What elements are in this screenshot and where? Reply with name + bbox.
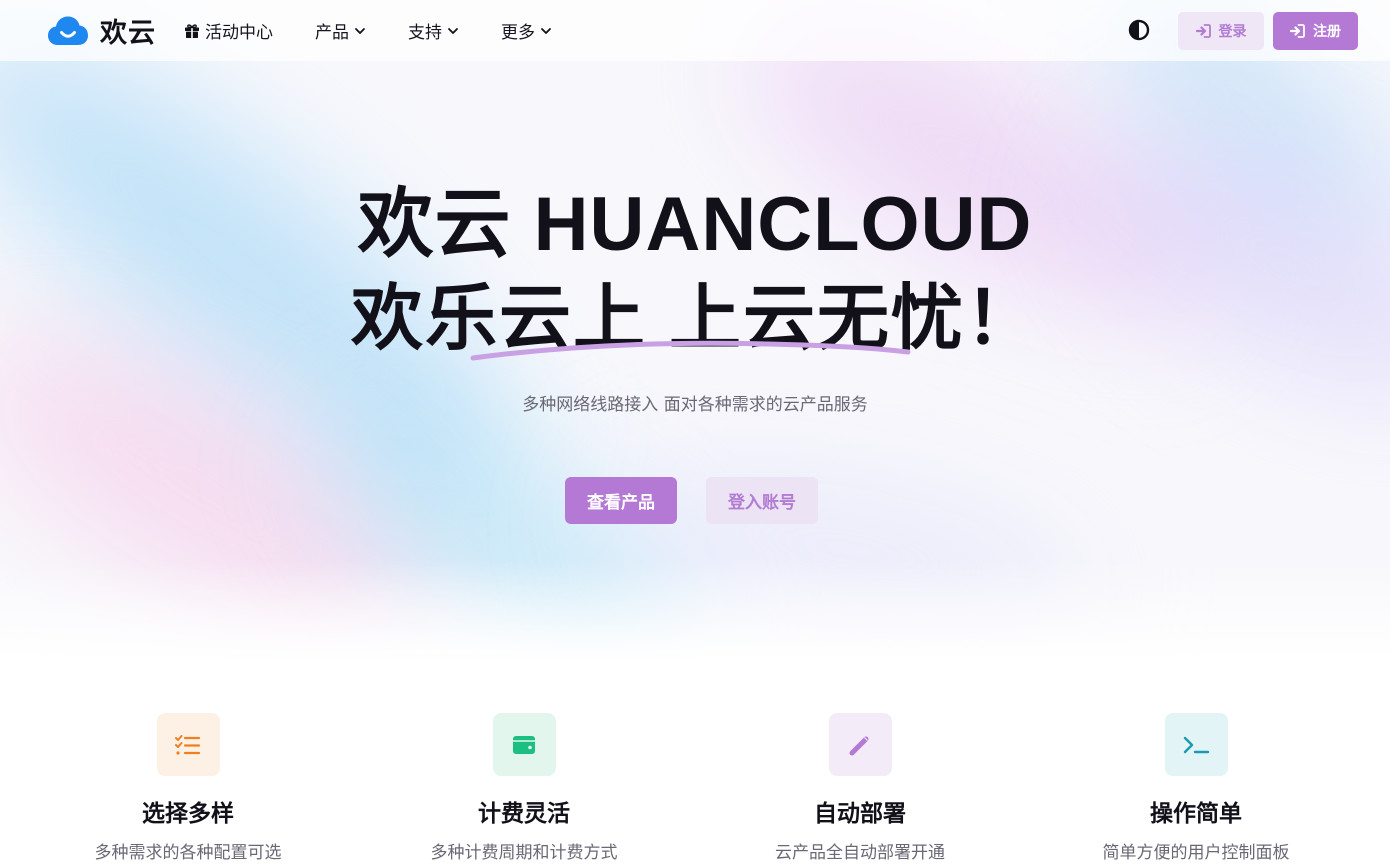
view-products-button[interactable]: 查看产品 bbox=[565, 477, 677, 524]
feature-desc: 云产品全自动部署开通 bbox=[775, 843, 945, 863]
wallet-icon bbox=[492, 713, 556, 776]
feature-desc: 多种需求的各种配置可选 bbox=[94, 843, 282, 863]
theme-toggle-button[interactable] bbox=[1128, 19, 1152, 43]
feature-title: 计费灵活 bbox=[478, 801, 570, 827]
register-label: 注册 bbox=[1313, 23, 1341, 40]
hero-subtitle: 多种网络线路接入 面对各种需求的云产品服务 bbox=[522, 395, 868, 415]
feature-item: 选择多样 多种需求的各种配置可选 bbox=[20, 713, 356, 863]
login-button[interactable]: 登录 bbox=[1178, 11, 1264, 50]
hero-title: 欢云 HUANCLOUD bbox=[357, 182, 1033, 267]
nav-item-label: 产品 bbox=[315, 23, 349, 43]
hero-actions: 查看产品 登入账号 bbox=[565, 477, 818, 524]
sign-in-icon bbox=[1195, 23, 1219, 38]
cloud-smile-icon bbox=[48, 16, 88, 46]
contrast-icon bbox=[1128, 19, 1150, 43]
feature-item: 自动部署 云产品全自动部署开通 bbox=[692, 713, 1028, 863]
chevron-down-icon bbox=[540, 25, 552, 37]
feature-title: 自动部署 bbox=[814, 801, 906, 827]
chevron-down-icon bbox=[354, 25, 366, 37]
feature-desc: 简单方便的用户控制面板 bbox=[1102, 843, 1290, 863]
checklist-icon bbox=[156, 713, 220, 776]
slogan-underline bbox=[468, 334, 914, 368]
sign-in-icon bbox=[1290, 23, 1313, 38]
nav-item-events[interactable]: 活动中心 bbox=[184, 11, 273, 51]
feature-title: 选择多样 bbox=[142, 801, 234, 827]
gift-icon bbox=[184, 23, 200, 39]
nav-item-label: 活动中心 bbox=[205, 23, 273, 43]
terminal-icon bbox=[1164, 713, 1228, 776]
feature-item: 计费灵活 多种计费周期和计费方式 bbox=[356, 713, 692, 863]
nav-actions: 登录 注册 bbox=[1128, 11, 1358, 50]
nav-item-more[interactable]: 更多 bbox=[501, 11, 552, 51]
page: 欢云 活动中心 产品 支持 更多 登录 注册 欢云 HUANCLOUD 欢乐云上… bbox=[0, 0, 1390, 866]
nav-menu: 活动中心 产品 支持 更多 bbox=[184, 11, 594, 51]
chevron-down-icon bbox=[447, 25, 459, 37]
register-button[interactable]: 注册 bbox=[1273, 11, 1358, 50]
nav-item-label: 支持 bbox=[408, 23, 442, 43]
nav-item-support[interactable]: 支持 bbox=[408, 11, 459, 51]
brand-name: 欢云 bbox=[100, 18, 156, 49]
login-account-button[interactable]: 登入账号 bbox=[706, 477, 818, 524]
login-label: 登录 bbox=[1218, 23, 1247, 40]
features-section: 选择多样 多种需求的各种配置可选 计费灵活 多种计费周期和计费方式 自动部署 云… bbox=[20, 713, 1370, 863]
nav-item-label: 更多 bbox=[501, 23, 535, 43]
nav-item-products[interactable]: 产品 bbox=[315, 11, 366, 51]
feature-desc: 多种计费周期和计费方式 bbox=[430, 843, 618, 863]
pencil-icon bbox=[828, 713, 892, 776]
top-navbar: 欢云 活动中心 产品 支持 更多 登录 注册 bbox=[0, 0, 1390, 61]
feature-title: 操作简单 bbox=[1150, 801, 1242, 827]
feature-item: 操作简单 简单方便的用户控制面板 bbox=[1028, 713, 1364, 863]
brand-logo[interactable]: 欢云 bbox=[48, 11, 156, 50]
